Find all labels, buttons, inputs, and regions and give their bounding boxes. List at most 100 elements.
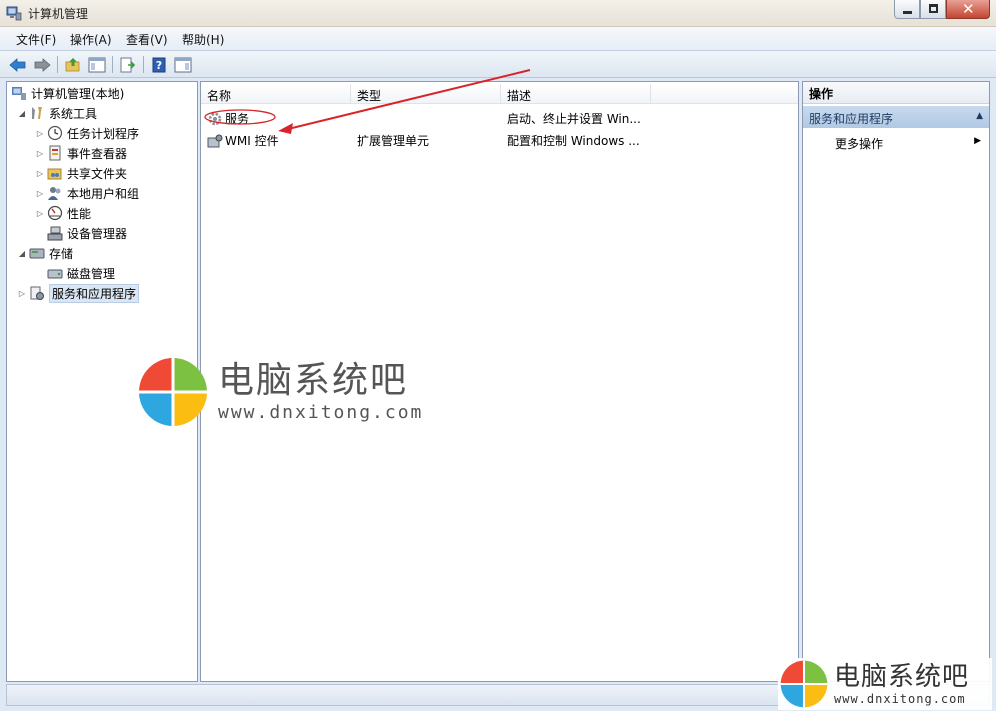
services-gear-icon — [208, 112, 222, 125]
clock-icon — [47, 125, 63, 141]
computer-management-icon — [6, 6, 22, 21]
watermark-url: www.dnxitong.com — [218, 402, 424, 423]
tree-item-services-apps[interactable]: ▷ 服务和应用程序 — [17, 283, 140, 303]
window-controls: ✕ — [894, 0, 990, 19]
column-header-name[interactable]: 名称 — [201, 84, 351, 104]
actions-pane: 操作 服务和应用程序 ▲ 更多操作 ▶ — [802, 81, 990, 682]
show-hide-tree-button[interactable] — [87, 55, 107, 74]
watermark-title: 电脑系统吧 — [834, 662, 970, 692]
tree-item-label: 本地用户和组 — [67, 186, 140, 201]
watermark-text: 电脑系统吧 www.dnxitong.com — [218, 360, 423, 424]
users-icon — [48, 187, 61, 200]
expand-icon[interactable]: ▷ — [17, 289, 27, 298]
tree-item-label: 设备管理器 — [67, 226, 128, 241]
computer-management-icon — [12, 87, 26, 100]
submenu-arrow-icon: ▶ — [974, 136, 981, 146]
export-list-button[interactable] — [118, 55, 138, 74]
tree-item-label: 存储 — [49, 246, 74, 261]
title-bar: 计算机管理 ✕ — [0, 0, 996, 27]
minimize-icon — [903, 11, 912, 14]
toolbar-separator — [57, 56, 58, 73]
close-button[interactable]: ✕ — [946, 0, 990, 19]
expand-icon[interactable]: ▷ — [35, 129, 45, 138]
list-cell-name: WMI 控件 — [207, 132, 279, 149]
watermark-title: 电脑系统吧 — [218, 360, 409, 401]
toolbar: ? — [0, 51, 996, 78]
windows-logo-icon — [780, 660, 828, 708]
help-button[interactable]: ? — [149, 55, 169, 74]
tree-item-disk-management[interactable]: 磁盘管理 — [47, 264, 115, 282]
svg-text:?: ? — [156, 59, 162, 72]
collapse-icon[interactable]: ◢ — [17, 249, 27, 258]
actions-section-header[interactable]: 服务和应用程序 ▲ — [803, 106, 989, 128]
expand-icon[interactable]: ▷ — [35, 149, 45, 158]
menu-action[interactable]: 操作(A) — [70, 31, 112, 48]
show-tree-icon — [88, 57, 106, 72]
tree-item-shared-folders[interactable]: ▷ 共享文件夹 — [35, 164, 127, 182]
list-item-description: 启动、终止并设置 Win... — [507, 112, 641, 126]
watermark-center: 电脑系统吧 www.dnxitong.com — [138, 357, 423, 427]
tree-item-label: 系统工具 — [49, 106, 98, 121]
tree-item-task-scheduler[interactable]: ▷ 任务计划程序 — [35, 124, 139, 142]
event-viewer-icon — [49, 145, 61, 161]
tree-item-performance[interactable]: ▷ 性能 — [35, 204, 91, 222]
wmi-control-icon — [207, 134, 223, 147]
up-folder-icon — [65, 57, 80, 71]
action-pane-button[interactable] — [173, 55, 193, 74]
collapse-icon[interactable]: ◢ — [17, 109, 27, 118]
action-pane-icon — [174, 57, 192, 72]
forward-arrow-icon — [34, 57, 51, 72]
list-item-type: 扩展管理单元 — [357, 134, 430, 148]
more-actions-item[interactable]: 更多操作 ▶ — [803, 132, 989, 152]
toolbar-separator — [112, 56, 113, 73]
list-item-name: WMI 控件 — [225, 134, 279, 148]
watermark-text: 电脑系统吧 www.dnxitong.com — [834, 662, 969, 706]
windows-logo-icon — [139, 358, 207, 426]
forward-button[interactable] — [32, 55, 52, 74]
disk-icon — [47, 269, 63, 279]
tools-icon — [32, 107, 42, 119]
column-header-type[interactable]: 类型 — [351, 84, 501, 104]
tree-item-label: 共享文件夹 — [67, 166, 128, 181]
close-icon: ✕ — [962, 0, 975, 18]
back-arrow-icon — [9, 57, 26, 72]
tree-item-local-users[interactable]: ▷ 本地用户和组 — [35, 184, 139, 202]
window-title: 计算机管理 — [28, 7, 89, 21]
list-cell-name: 服务 — [207, 110, 249, 127]
minimize-button[interactable] — [894, 0, 920, 19]
list-item-description: 配置和控制 Windows ... — [507, 134, 640, 148]
up-button[interactable] — [63, 55, 83, 74]
list-header: 名称 类型 描述 — [201, 84, 798, 104]
expand-icon[interactable]: ▷ — [35, 189, 45, 198]
export-list-icon — [120, 57, 136, 72]
tree-item-root[interactable]: 计算机管理(本地) — [11, 84, 124, 102]
list-item-services[interactable]: 服务 启动、终止并设置 Win... — [201, 107, 798, 127]
tree-item-storage[interactable]: ◢ 存储 — [17, 244, 73, 262]
more-actions-label: 更多操作 — [835, 137, 884, 151]
expand-icon[interactable]: ▷ — [35, 209, 45, 218]
maximize-icon — [929, 4, 938, 13]
menu-bar: 文件(F) 操作(A) 查看(V) 帮助(H) — [0, 27, 996, 51]
toolbar-separator — [143, 56, 144, 73]
watermark-url: www.dnxitong.com — [834, 692, 966, 706]
list-item-name: 服务 — [225, 112, 250, 126]
maximize-button[interactable] — [920, 0, 946, 19]
device-manager-icon — [47, 226, 63, 241]
list-item-wmi[interactable]: WMI 控件 扩展管理单元 配置和控制 Windows ... — [201, 129, 798, 149]
collapse-up-icon[interactable]: ▲ — [976, 111, 983, 121]
tree-item-system-tools[interactable]: ◢ 系统工具 — [17, 104, 97, 122]
expand-icon[interactable]: ▷ — [35, 169, 45, 178]
help-icon: ? — [152, 57, 166, 72]
menu-file[interactable]: 文件(F) — [16, 31, 56, 48]
tree-item-label: 计算机管理(本地) — [31, 86, 125, 101]
storage-icon — [29, 248, 45, 259]
back-button[interactable] — [8, 55, 28, 74]
tree-item-label: 磁盘管理 — [67, 266, 116, 281]
menu-view[interactable]: 查看(V) — [126, 31, 168, 48]
tree-item-device-manager[interactable]: 设备管理器 — [47, 224, 127, 242]
menu-help[interactable]: 帮助(H) — [182, 31, 224, 48]
column-header-description[interactable]: 描述 — [501, 84, 651, 104]
actions-title: 操作 — [803, 82, 989, 104]
tree-item-event-viewer[interactable]: ▷ 事件查看器 — [35, 144, 127, 162]
watermark-corner: 电脑系统吧 www.dnxitong.com — [778, 658, 992, 710]
